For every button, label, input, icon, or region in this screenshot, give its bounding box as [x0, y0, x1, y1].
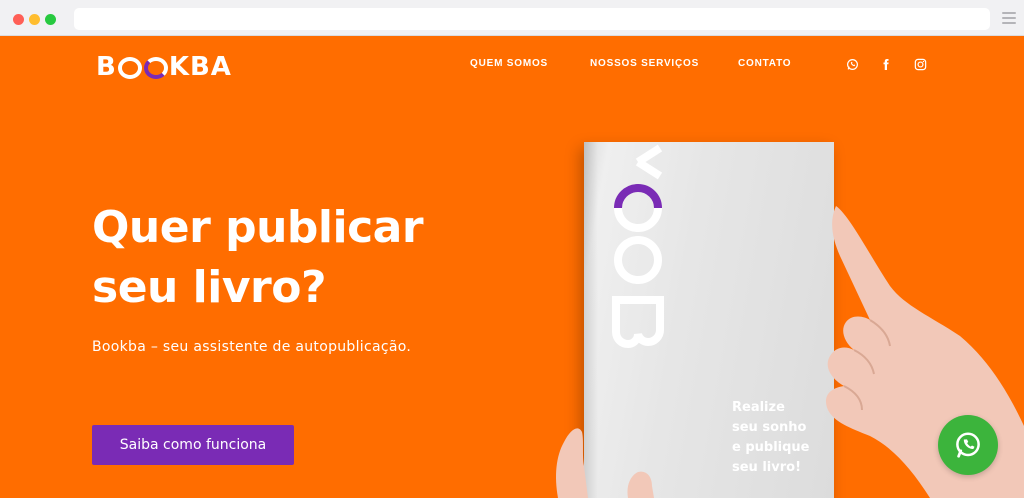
headline-line-2: seu livro?	[92, 262, 326, 313]
nav-item-nossos-servicos[interactable]: NOSSOS SERVIÇOS	[590, 58, 699, 69]
nav-link[interactable]: NOSSOS SERVIÇOS	[590, 58, 699, 69]
facebook-icon[interactable]	[878, 56, 894, 72]
hero-section: B KBA QUEM SOMOS NOSSOS SERVIÇOS CONTATO …	[0, 36, 1024, 498]
hero-subtitle: Bookba – seu assistente de autopublicaçã…	[92, 339, 412, 355]
whatsapp-icon[interactable]	[844, 56, 860, 72]
tagline-line: seu sonho	[732, 420, 807, 435]
nav-item-quem-somos[interactable]: QUEM SOMOS	[470, 58, 548, 69]
window-maximize-button[interactable]	[45, 14, 56, 25]
menu-icon[interactable]	[1002, 12, 1016, 24]
site-logo[interactable]: B KBA	[96, 52, 232, 82]
logo-ring-accent	[143, 57, 168, 79]
logo-ring	[117, 57, 142, 79]
address-bar[interactable]	[74, 8, 990, 30]
whatsapp-float-button[interactable]	[938, 415, 998, 475]
saiba-como-funciona-button[interactable]: Saiba como funciona	[92, 425, 294, 465]
headline-line-1: Quer publicar	[92, 202, 424, 253]
hand-left-image	[556, 428, 654, 498]
nav-item-contato[interactable]: CONTATO	[738, 58, 791, 69]
instagram-icon[interactable]	[912, 56, 928, 72]
window-close-button[interactable]	[13, 14, 24, 25]
logo-letters-kba: KBA	[168, 52, 232, 82]
logo-letter-b: B	[96, 52, 117, 82]
browser-chrome	[0, 0, 1024, 36]
window-minimize-button[interactable]	[29, 14, 40, 25]
whatsapp-icon	[956, 432, 980, 458]
nav-link[interactable]: CONTATO	[738, 58, 791, 69]
book-brand-logo	[612, 144, 664, 349]
tagline-line: e publique	[732, 440, 810, 455]
tagline-line: seu livro!	[732, 460, 801, 475]
tagline-line: Realize	[732, 400, 785, 415]
nav-link[interactable]: QUEM SOMOS	[470, 58, 548, 69]
book-tagline: Realize seu sonho e publique seu livro!	[732, 398, 810, 478]
page-title: Quer publicar seu livro?	[92, 198, 512, 318]
